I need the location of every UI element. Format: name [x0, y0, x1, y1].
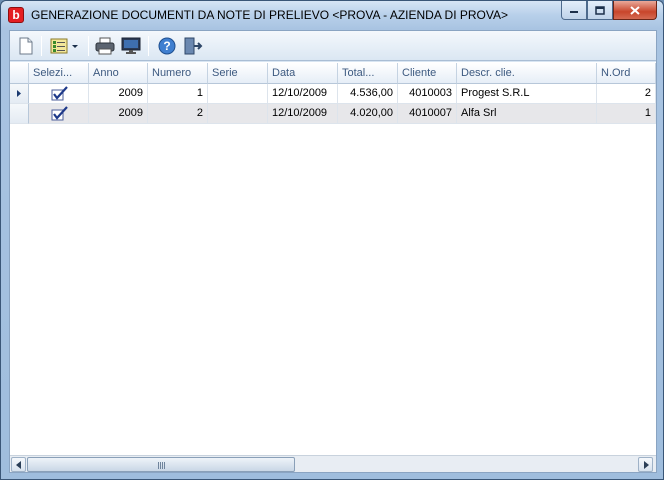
select-checkbox[interactable] — [29, 104, 89, 124]
close-button[interactable] — [613, 1, 657, 20]
cell-n-ord[interactable]: 1 — [597, 104, 656, 124]
thumb-grip — [158, 462, 166, 469]
cell-numero[interactable]: 1 — [148, 84, 208, 104]
toolbar-separator — [148, 36, 149, 56]
cell-descr-cliente[interactable]: Progest S.R.L — [457, 84, 597, 104]
exit-button[interactable] — [182, 35, 204, 57]
checked-icon — [51, 85, 68, 100]
select-menu-button[interactable] — [48, 35, 82, 57]
monitor-icon — [121, 37, 141, 54]
current-row-arrow-icon — [17, 90, 21, 97]
exit-door-icon — [184, 37, 203, 55]
column-header-cliente[interactable]: Cliente — [398, 63, 457, 84]
printer-icon — [95, 37, 115, 55]
print-button[interactable] — [94, 35, 116, 57]
toolbar: ? — [10, 31, 656, 61]
arrow-right-icon — [643, 460, 649, 469]
minimize-icon — [570, 11, 578, 13]
column-header-n-ord[interactable]: N.Ord — [597, 63, 656, 84]
maximize-icon — [595, 5, 605, 15]
scroll-left-button[interactable] — [11, 457, 26, 472]
column-header-data[interactable]: Data — [268, 63, 338, 84]
window-title: GENERAZIONE DOCUMENTI DA NOTE DI PRELIEV… — [31, 8, 508, 22]
close-icon — [630, 5, 640, 15]
cell-data[interactable]: 12/10/2009 — [268, 84, 338, 104]
header-indicator — [10, 63, 29, 84]
grid-header: Selezi... Anno Numero Serie Data Total..… — [10, 63, 656, 84]
cell-cliente[interactable]: 4010003 — [398, 84, 457, 104]
column-header-totale[interactable]: Total... — [338, 63, 398, 84]
svg-text:?: ? — [163, 39, 170, 53]
documents-grid[interactable]: Selezi... Anno Numero Serie Data Total..… — [10, 62, 656, 456]
arrow-left-icon — [15, 460, 21, 469]
table-row[interactable]: 2009 2 12/10/2009 4.020,00 4010007 Alfa … — [10, 104, 656, 124]
column-header-seleziona[interactable]: Selezi... — [29, 63, 89, 84]
row-indicator[interactable] — [10, 84, 29, 104]
scrollbar-thumb[interactable] — [27, 457, 295, 472]
new-document-button[interactable] — [15, 35, 37, 57]
cell-data[interactable]: 12/10/2009 — [268, 104, 338, 124]
app-logo-icon[interactable]: b — [8, 7, 24, 23]
column-header-descr-cliente[interactable]: Descr. clie. — [457, 63, 597, 84]
minimize-button[interactable] — [561, 1, 587, 20]
cell-anno[interactable]: 2009 — [89, 84, 148, 104]
cell-serie[interactable] — [208, 104, 268, 124]
column-header-numero[interactable]: Numero — [148, 63, 208, 84]
column-header-anno[interactable]: Anno — [89, 63, 148, 84]
title-bar[interactable]: b GENERAZIONE DOCUMENTI DA NOTE DI PRELI… — [1, 1, 663, 29]
cell-cliente[interactable]: 4010007 — [398, 104, 457, 124]
cell-n-ord[interactable]: 2 — [597, 84, 656, 104]
help-icon: ? — [158, 37, 176, 55]
checked-icon — [51, 105, 68, 120]
horizontal-scrollbar[interactable] — [10, 455, 656, 472]
cell-numero[interactable]: 2 — [148, 104, 208, 124]
window-controls — [561, 1, 657, 21]
cell-descr-cliente[interactable]: Alfa Srl — [457, 104, 597, 124]
main-window: b GENERAZIONE DOCUMENTI DA NOTE DI PRELI… — [0, 0, 664, 480]
table-row[interactable]: 2009 1 12/10/2009 4.536,00 4010003 Proge… — [10, 84, 656, 104]
cell-serie[interactable] — [208, 84, 268, 104]
select-checkbox[interactable] — [29, 84, 89, 104]
maximize-button[interactable] — [587, 1, 613, 20]
row-indicator[interactable] — [10, 104, 29, 124]
cell-totale[interactable]: 4.536,00 — [338, 84, 398, 104]
toolbar-separator — [41, 36, 42, 56]
toolbar-separator — [88, 36, 89, 56]
help-button[interactable]: ? — [156, 35, 178, 57]
scroll-right-button[interactable] — [638, 457, 653, 472]
client-area: ? Selezi... Anno Numero Serie Data Total… — [9, 30, 657, 473]
cell-anno[interactable]: 2009 — [89, 104, 148, 124]
cell-totale[interactable]: 4.020,00 — [338, 104, 398, 124]
preview-button[interactable] — [120, 35, 142, 57]
column-header-serie[interactable]: Serie — [208, 63, 268, 84]
new-document-icon — [19, 37, 33, 55]
checklist-dropdown-icon — [50, 38, 78, 54]
